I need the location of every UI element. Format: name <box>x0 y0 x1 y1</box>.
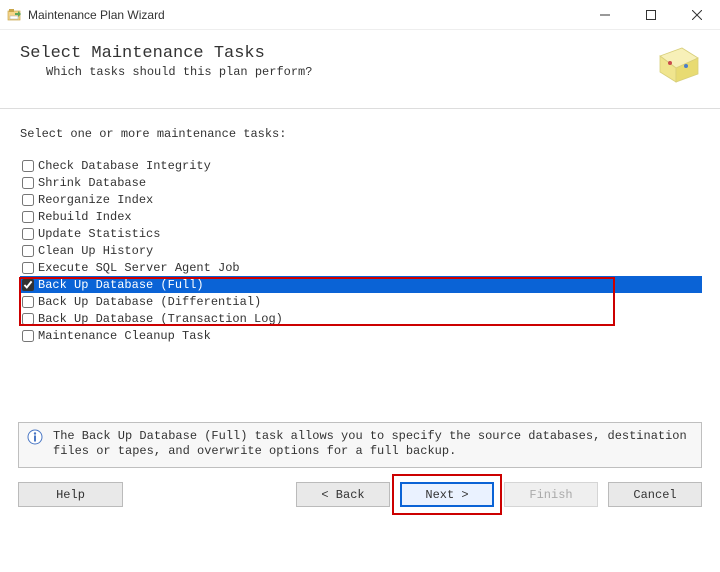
task-label: Rebuild Index <box>38 210 132 224</box>
task-checkbox[interactable] <box>22 177 34 189</box>
page-title: Select Maintenance Tasks <box>20 44 652 63</box>
window-controls <box>582 0 720 30</box>
task-checkbox[interactable] <box>22 296 34 308</box>
task-checkbox[interactable] <box>22 279 34 291</box>
task-label: Update Statistics <box>38 227 160 241</box>
task-description-box: The Back Up Database (Full) task allows … <box>18 422 702 468</box>
task-checkbox[interactable] <box>22 330 34 342</box>
task-label: Back Up Database (Differential) <box>38 295 261 309</box>
task-checkbox[interactable] <box>22 245 34 257</box>
task-checkbox[interactable] <box>22 228 34 240</box>
wizard-header: Select Maintenance Tasks Which tasks sho… <box>0 30 720 84</box>
button-bar: Help < Back Next > Finish Cancel <box>0 468 720 507</box>
close-button[interactable] <box>674 0 720 30</box>
task-label: Check Database Integrity <box>38 159 211 173</box>
task-item[interactable]: Check Database Integrity <box>20 157 702 174</box>
page-subtitle: Which tasks should this plan perform? <box>46 65 652 79</box>
finish-button: Finish <box>504 482 598 507</box>
task-label: Execute SQL Server Agent Job <box>38 261 240 275</box>
task-item[interactable]: Back Up Database (Transaction Log) <box>20 310 702 327</box>
task-label: Back Up Database (Transaction Log) <box>38 312 283 326</box>
task-item[interactable]: Rebuild Index <box>20 208 702 225</box>
task-item[interactable]: Shrink Database <box>20 174 702 191</box>
tasks-prompt: Select one or more maintenance tasks: <box>20 127 702 141</box>
task-label: Clean Up History <box>38 244 153 258</box>
cancel-button[interactable]: Cancel <box>608 482 702 507</box>
task-item[interactable]: Back Up Database (Full) <box>20 276 702 293</box>
app-icon <box>6 7 22 23</box>
titlebar: Maintenance Plan Wizard <box>0 0 720 30</box>
task-item[interactable]: Execute SQL Server Agent Job <box>20 259 702 276</box>
next-button[interactable]: Next > <box>400 482 494 507</box>
task-item[interactable]: Back Up Database (Differential) <box>20 293 702 310</box>
window-title: Maintenance Plan Wizard <box>28 8 165 22</box>
task-checkbox[interactable] <box>22 262 34 274</box>
task-item[interactable]: Maintenance Cleanup Task <box>20 327 702 344</box>
task-list[interactable]: Check Database Integrity Shrink Database R… <box>20 157 702 344</box>
maximize-button[interactable] <box>628 0 674 30</box>
task-checkbox[interactable] <box>22 313 34 325</box>
task-item[interactable]: Update Statistics <box>20 225 702 242</box>
task-checkbox[interactable] <box>22 194 34 206</box>
task-description: The Back Up Database (Full) task allows … <box>53 429 693 459</box>
help-button[interactable]: Help <box>18 482 123 507</box>
task-label: Reorganize Index <box>38 193 153 207</box>
task-item[interactable]: Reorganize Index <box>20 191 702 208</box>
task-item[interactable]: Clean Up History <box>20 242 702 259</box>
task-checkbox[interactable] <box>22 211 34 223</box>
wizard-icon <box>652 44 702 84</box>
task-checkbox[interactable] <box>22 160 34 172</box>
task-label: Shrink Database <box>38 176 146 190</box>
task-label: Back Up Database (Full) <box>38 278 204 292</box>
back-button[interactable]: < Back <box>296 482 390 507</box>
info-icon <box>27 429 43 445</box>
task-label: Maintenance Cleanup Task <box>38 329 211 343</box>
minimize-button[interactable] <box>582 0 628 30</box>
